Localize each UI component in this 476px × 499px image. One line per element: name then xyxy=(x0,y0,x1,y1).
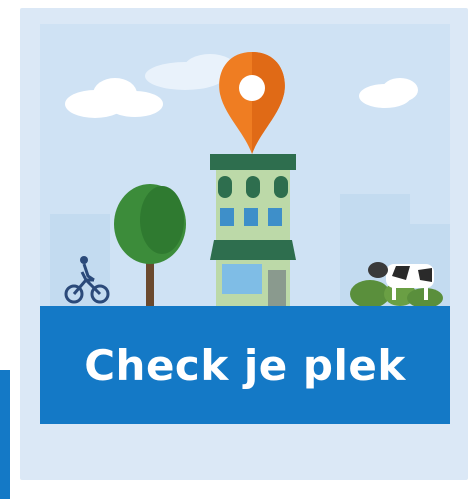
building-icon xyxy=(210,154,296,306)
banner-title: Check je plek xyxy=(84,340,406,390)
illustration-scene xyxy=(40,24,450,306)
left-accent-bar xyxy=(0,370,10,499)
title-banner: Check je plek xyxy=(40,306,450,424)
